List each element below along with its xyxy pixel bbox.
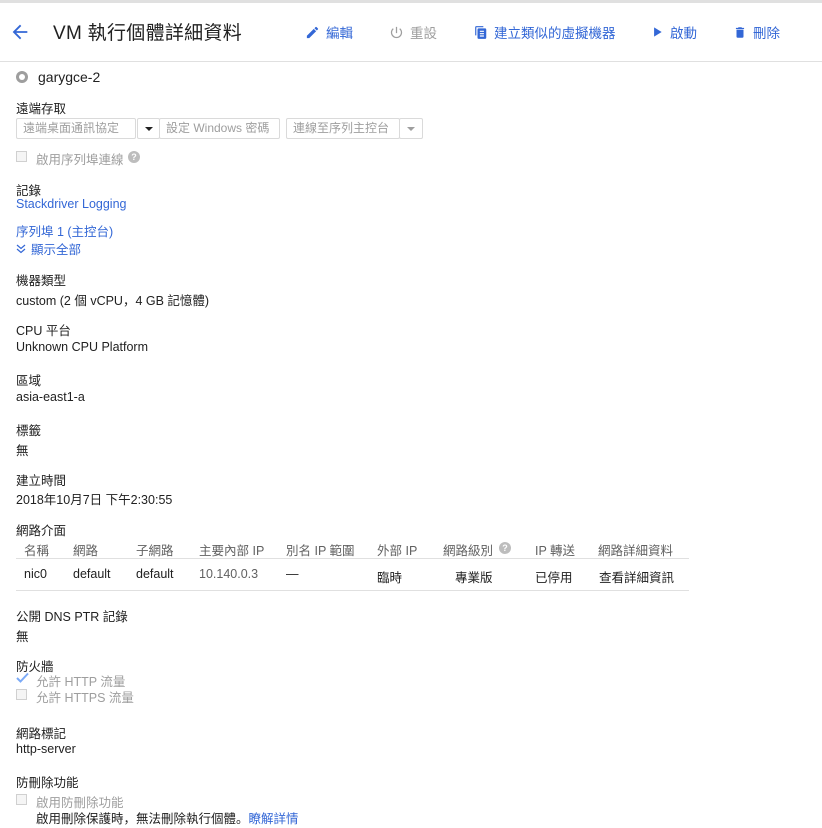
trash-icon (735, 26, 745, 38)
copy-document-icon (475, 25, 487, 39)
create-similar-label: 建立類似的虛擬機器 (494, 26, 616, 41)
cpu-platform-value: Unknown CPU Platform (16, 340, 148, 354)
column-header-network: 網路 (73, 544, 99, 558)
cell-network-tier: 專業版 (455, 571, 493, 585)
allow-https-checkbox[interactable] (16, 689, 27, 700)
double-chevron-down-icon (16, 244, 26, 253)
stackdriver-logging-link[interactable]: Stackdriver Logging (16, 197, 126, 211)
action-toolbar: VM 執行個體詳細資料 編輯 重設 建立類似的虛擬機器 啟動 刪除 (0, 3, 822, 62)
column-header-ip-forwarding: IP 轉送 (535, 544, 576, 558)
network-tags-value: http-server (16, 742, 76, 756)
column-header-external-ip: 外部 IP (377, 544, 418, 558)
labels-heading: 標籤 (16, 424, 42, 438)
help-icon[interactable]: ? (499, 542, 511, 554)
rdp-button[interactable]: 遠端桌面通訊協定 (16, 118, 136, 139)
cell-primary-ip: 10.140.0.3 (199, 567, 259, 581)
remote-access-heading: 遠端存取 (16, 102, 67, 116)
zone-heading: 區域 (16, 374, 42, 388)
play-icon (654, 27, 662, 37)
cell-name: nic0 (24, 567, 47, 581)
creation-time-value: 2018年10月7日 下午2:30:55 (16, 493, 173, 507)
table-header-divider (16, 558, 689, 559)
chevron-down-icon (407, 127, 415, 131)
enable-serial-checkbox[interactable] (16, 151, 27, 162)
deletion-protection-checkbox[interactable] (16, 794, 27, 805)
reset-label: 重設 (410, 26, 437, 41)
column-header-name: 名稱 (24, 544, 50, 558)
edit-label: 編輯 (326, 26, 353, 41)
page-title: VM 執行個體詳細資料 (53, 23, 243, 44)
column-header-subnet: 子網路 (136, 544, 174, 558)
cell-ip-forwarding: 已停用 (535, 571, 573, 585)
machine-type-value: custom (2 個 vCPU，4 GB 記憶體) (16, 294, 210, 308)
edit-button[interactable]: 編輯 (305, 22, 353, 42)
delete-button[interactable]: 刪除 (733, 22, 780, 42)
table-row-divider (16, 590, 689, 591)
check-icon (16, 672, 29, 683)
help-icon[interactable]: ? (128, 151, 140, 163)
cell-subnet: default (136, 567, 174, 581)
show-all-link[interactable]: 顯示全部 (16, 239, 81, 258)
show-all-label: 顯示全部 (31, 243, 82, 257)
column-header-network-tier: 網路級別 (443, 544, 494, 558)
stopped-status-icon (16, 71, 28, 83)
creation-time-heading: 建立時間 (16, 474, 67, 488)
set-windows-password-button[interactable]: 設定 Windows 密碼 (159, 118, 280, 139)
pencil-icon (306, 26, 319, 38)
delete-label: 刪除 (753, 26, 780, 41)
cell-alias-ip: — (286, 567, 299, 581)
serial-console-dropdown-button[interactable] (399, 118, 423, 139)
learn-more-link[interactable]: 瞭解詳情 (249, 812, 299, 826)
cpu-platform-heading: CPU 平台 (16, 324, 71, 338)
network-tags-heading: 網路標記 (16, 727, 67, 741)
public-dns-heading: 公開 DNS PTR 記錄 (16, 610, 128, 624)
enable-serial-label: 啟用序列埠連線 (36, 153, 124, 167)
rdp-dropdown-button[interactable] (137, 118, 160, 139)
power-icon (390, 26, 403, 38)
deletion-protection-note-text: 啟用刪除保護時，無法刪除執行個體。 (36, 812, 249, 826)
start-button[interactable]: 啟動 (650, 22, 697, 42)
back-arrow-icon[interactable] (9, 21, 31, 43)
cell-external-ip: 臨時 (377, 571, 403, 585)
column-header-primary-ip: 主要內部 IP (199, 544, 265, 558)
reset-button[interactable]: 重設 (389, 22, 437, 42)
serial-console-button[interactable]: 連線至序列主控台 (286, 118, 400, 139)
labels-value: 無 (16, 444, 29, 458)
create-similar-button[interactable]: 建立類似的虛擬機器 (474, 22, 616, 42)
instance-name: garygce-2 (38, 69, 101, 85)
deletion-protection-note: 啟用刪除保護時，無法刪除執行個體。瞭解詳情 (36, 808, 299, 827)
serial-port-link[interactable]: 序列埠 1 (主控台) (16, 221, 113, 240)
zone-value: asia-east1-a (16, 390, 85, 404)
deletion-protection-heading: 防刪除功能 (16, 776, 79, 790)
public-dns-value: 無 (16, 630, 29, 644)
column-header-network-details: 網路詳細資料 (598, 544, 674, 558)
column-header-alias-ip: 別名 IP 範圍 (286, 544, 355, 558)
chevron-down-icon (145, 127, 153, 131)
start-label: 啟動 (670, 26, 697, 41)
cell-network: default (73, 567, 111, 581)
view-details-link[interactable]: 查看詳細資訊 (599, 567, 674, 586)
network-interfaces-heading: 網路介面 (16, 524, 67, 538)
allow-https-label: 允許 HTTPS 流量 (36, 691, 134, 705)
machine-type-heading: 機器類型 (16, 274, 67, 288)
